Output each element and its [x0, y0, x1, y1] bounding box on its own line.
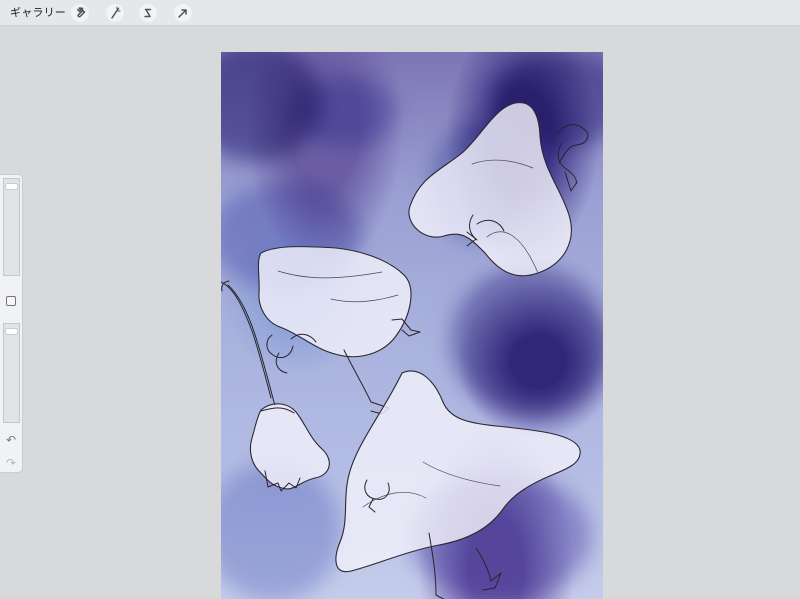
opacity-slider[interactable]	[3, 323, 20, 423]
undo-icon[interactable]: ↶	[4, 433, 18, 447]
wrench-icon[interactable]	[71, 4, 89, 22]
lower-center-witch	[335, 370, 581, 599]
lineart-illustration	[221, 102, 589, 599]
left-sidebar: ↶ ↷	[0, 174, 23, 473]
redo-icon[interactable]: ↷	[4, 456, 18, 470]
brush-size-handle[interactable]	[5, 183, 18, 190]
opacity-handle[interactable]	[5, 328, 18, 335]
transform-arrow-icon[interactable]	[174, 4, 192, 22]
brush-size-slider[interactable]	[3, 178, 20, 276]
workspace: ↶ ↷	[0, 26, 800, 599]
gallery-button[interactable]: ギャラリー	[10, 5, 66, 21]
top-toolbar: ギャラリー	[0, 0, 800, 26]
procreate-app: ギャラリー ↶ ↷	[0, 0, 800, 599]
magic-wand-icon[interactable]	[106, 4, 124, 22]
modify-button[interactable]	[6, 296, 16, 306]
artwork-canvas[interactable]	[221, 52, 603, 599]
upper-right-witch	[408, 102, 589, 277]
selection-icon[interactable]	[139, 4, 157, 22]
